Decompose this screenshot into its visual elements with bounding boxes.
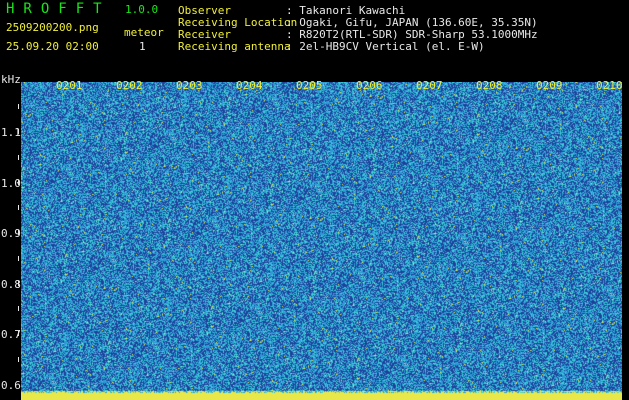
app-title: HROFFT (6, 1, 111, 17)
info-key: Observer (178, 4, 231, 17)
y-tick-label: 0.7 (1, 328, 21, 342)
x-tick-label: 0208 (476, 79, 503, 92)
y-tick-label: 0.6 (1, 378, 21, 392)
y-tick-mark (18, 104, 19, 110)
app-version: 1.0.0 (125, 3, 159, 16)
info-value: : 2el-HB9CV Vertical (el. E-W) (286, 40, 485, 53)
y-tick-label: 1.1 (1, 126, 21, 140)
spectrogram (21, 82, 622, 400)
x-tick-label: 0207 (416, 79, 443, 92)
info-key: Receiving Location (178, 16, 298, 29)
y-tick-mark (18, 356, 19, 362)
y-tick-label: 0.9 (1, 227, 21, 241)
meteor-label: meteor (124, 26, 164, 39)
info-key: Receiver (178, 28, 231, 41)
frequency-unit-label: kHz (1, 73, 21, 86)
x-tick-label: 0210 (596, 79, 623, 92)
y-tick-mark (18, 205, 19, 211)
x-tick-label: 0202 (116, 79, 143, 92)
y-tick-label: 1.0 (1, 176, 21, 190)
x-tick-label: 0205 (296, 79, 323, 92)
meteor-count: 1 (139, 40, 146, 53)
y-tick-mark (18, 306, 19, 312)
x-tick-label: 0203 (176, 79, 203, 92)
y-tick-mark (18, 154, 19, 160)
x-tick-label: 0204 (236, 79, 263, 92)
image-filename: 2509200200.png (6, 21, 99, 34)
info-key: Receiving antenna (178, 40, 291, 53)
y-tick-label: 0.8 (1, 277, 21, 291)
x-tick-label: 0201 (56, 79, 83, 92)
observation-datetime: 25.09.20 02:00 (6, 40, 99, 53)
x-tick-label: 0209 (536, 79, 563, 92)
info-value: : Takanori Kawachi (286, 4, 406, 17)
info-value: : R820T2(RTL-SDR) SDR-Sharp 53.1000MHz (286, 28, 538, 41)
y-tick-mark (18, 255, 19, 261)
info-value: : Ogaki, Gifu, JAPAN (136.60E, 35.35N) (286, 16, 538, 29)
x-tick-label: 0206 (356, 79, 383, 92)
